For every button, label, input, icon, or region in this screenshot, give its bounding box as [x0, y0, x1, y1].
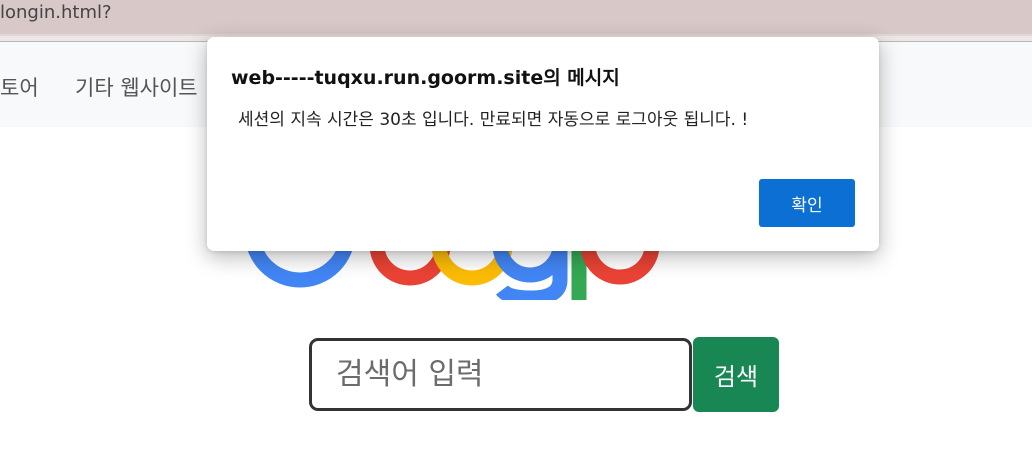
search-button[interactable]: 검색 — [693, 337, 779, 412]
dialog-ok-button[interactable]: 확인 — [759, 179, 855, 227]
address-url[interactable]: longin.html? — [0, 2, 112, 23]
dialog-title: web-----tuqxu.run.goorm.site의 메시지 — [231, 67, 620, 89]
browser-page: longin.html? 토어 기타 웹사이트 검색 web-----tuqxu… — [0, 0, 1032, 457]
nav-item-other-websites[interactable]: 기타 웹사이트 — [75, 72, 198, 102]
nav-item-store[interactable]: 토어 — [0, 72, 39, 102]
alert-dialog: web-----tuqxu.run.goorm.site의 메시지 세션의 지속… — [207, 37, 879, 251]
search-input[interactable] — [309, 338, 692, 411]
dialog-message: 세션의 지속 시간은 30초 입니다. 만료되면 자동으로 로그아웃 됩니다. … — [238, 110, 749, 130]
address-bar[interactable]: longin.html? — [0, 0, 1032, 36]
